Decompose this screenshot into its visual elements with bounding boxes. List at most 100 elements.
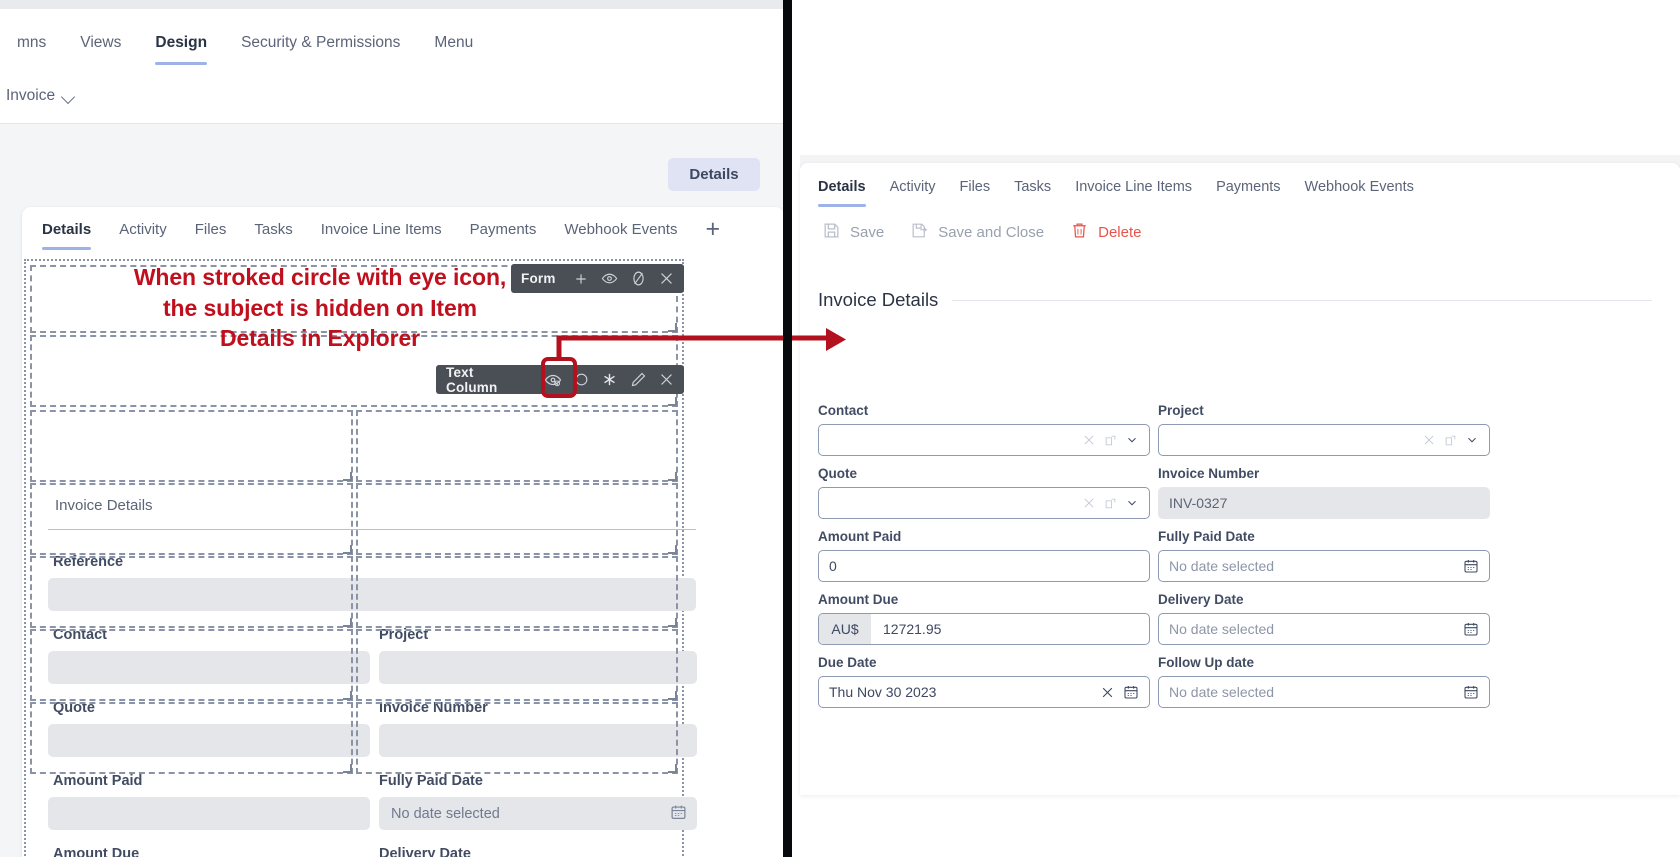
clear-icon[interactable] <box>1082 496 1096 510</box>
designer-field-block-amount-due[interactable] <box>30 629 353 701</box>
field-value-amount-due: 12721.95 <box>883 621 942 637</box>
resize-handle[interactable] <box>343 618 352 627</box>
explorer-field-amount-paid: Amount Paid 0 <box>818 529 1150 582</box>
field-input-amount-paid[interactable]: 0 <box>818 550 1150 582</box>
calendar-icon[interactable] <box>1463 621 1479 637</box>
tab-activity[interactable]: Activity <box>878 163 948 211</box>
form-toolbar-label: Form <box>521 271 556 286</box>
add-tab-icon[interactable]: + <box>691 207 734 252</box>
field-label-invoice-number: Invoice Number <box>1158 466 1260 481</box>
card-tab-invoice-line-items[interactable]: Invoice Line Items <box>307 207 456 252</box>
open-external-icon[interactable] <box>1104 497 1117 510</box>
resize-handle[interactable] <box>668 764 677 773</box>
calendar-icon[interactable] <box>670 803 687 824</box>
tab-payments[interactable]: Payments <box>1204 163 1292 211</box>
form-context-toolbar[interactable]: Form <box>511 264 684 293</box>
designer-field-block-delivery-date[interactable] <box>356 629 678 701</box>
resize-handle[interactable] <box>668 691 677 700</box>
explorer-field-due-date: Due Date Thu Nov 30 2023 <box>818 655 1150 708</box>
circle-slash-icon[interactable] <box>625 265 652 292</box>
field-value-fully-paid-date: No date selected <box>1169 558 1275 574</box>
explorer-field-amount-due: Amount Due AU$ 12721.95 <box>818 592 1150 645</box>
designer-field-block-due-date[interactable] <box>30 702 353 774</box>
designer-field-block-fully-paid-date[interactable] <box>356 556 678 628</box>
resize-handle[interactable] <box>668 545 677 554</box>
resize-handle[interactable] <box>668 618 677 627</box>
designer-field-block-quote[interactable] <box>30 483 353 555</box>
eye-icon[interactable] <box>596 265 623 292</box>
resize-handle[interactable] <box>668 472 677 481</box>
resize-handle[interactable] <box>343 472 352 481</box>
annotation-text: When stroked circle with eye icon, the s… <box>133 264 507 352</box>
nav-tab-security-permissions[interactable]: Security & Permissions <box>224 21 417 65</box>
field-input-invoice-number: INV-0327 <box>1158 487 1490 519</box>
resize-handle[interactable] <box>668 323 677 332</box>
resize-handle[interactable] <box>668 397 677 406</box>
field-label-amount-due: Amount Due <box>818 592 899 607</box>
field-input-due-date[interactable]: Thu Nov 30 2023 <box>818 676 1150 708</box>
save-button[interactable]: Save <box>822 221 884 244</box>
card-tab-tasks[interactable]: Tasks <box>240 207 306 252</box>
entity-selector[interactable]: Invoice <box>6 87 74 105</box>
card-tab-activity[interactable]: Activity <box>105 207 181 252</box>
pencil-icon[interactable] <box>625 366 652 393</box>
nav-tab-menu[interactable]: Menu <box>417 21 490 65</box>
resize-handle[interactable] <box>343 691 352 700</box>
delete-label: Delete <box>1098 224 1142 241</box>
tab-tasks[interactable]: Tasks <box>1002 163 1063 211</box>
entity-selector-label: Invoice <box>6 87 56 104</box>
resize-handle[interactable] <box>343 545 352 554</box>
open-external-icon[interactable] <box>1444 434 1457 447</box>
card-tab-webhook-events[interactable]: Webhook Events <box>550 207 691 252</box>
explorer-top-area <box>792 0 1680 168</box>
close-icon[interactable] <box>654 366 681 393</box>
field-label-project: Project <box>1158 403 1204 418</box>
field-input-fully-paid-date[interactable]: No date selected <box>379 797 697 830</box>
card-tab-files[interactable]: Files <box>181 207 241 252</box>
plus-icon[interactable] <box>568 265 595 292</box>
field-input-amount-paid[interactable] <box>48 797 370 830</box>
field-input-contact[interactable] <box>818 424 1150 456</box>
designer-field-block-follow-up-date[interactable] <box>356 702 678 774</box>
nav-tab-design[interactable]: Design <box>138 21 224 65</box>
field-value-amount-paid: 0 <box>829 558 837 574</box>
field-input-delivery-date[interactable]: No date selected <box>1158 613 1490 645</box>
details-button[interactable]: Details <box>668 158 760 191</box>
designer-field-block-contact[interactable] <box>30 410 353 482</box>
explorer-tabs: Details Activity Files Tasks Invoice Lin… <box>806 163 1426 211</box>
chevron-down-icon[interactable] <box>1125 433 1139 447</box>
open-external-icon[interactable] <box>1104 434 1117 447</box>
clear-icon[interactable] <box>1100 685 1115 700</box>
chevron-down-icon[interactable] <box>1465 433 1479 447</box>
nav-tab-columns[interactable]: mns <box>0 21 63 65</box>
resize-handle[interactable] <box>343 764 352 773</box>
clear-icon[interactable] <box>1082 433 1096 447</box>
nav-tab-views[interactable]: Views <box>63 21 138 65</box>
field-input-project[interactable] <box>1158 424 1490 456</box>
delete-button[interactable]: Delete <box>1070 221 1141 244</box>
tab-webhook-events[interactable]: Webhook Events <box>1293 163 1426 211</box>
explorer-field-quote: Quote <box>818 466 1150 519</box>
calendar-icon[interactable] <box>1123 684 1139 700</box>
chevron-down-icon[interactable] <box>1125 496 1139 510</box>
designer-field-block-invoice-number[interactable] <box>356 483 678 555</box>
designer-field-block-project[interactable] <box>356 410 678 482</box>
asterisk-icon[interactable] <box>596 366 623 393</box>
field-input-follow-up-date[interactable]: No date selected <box>1158 676 1490 708</box>
field-input-fully-paid-date[interactable]: No date selected <box>1158 550 1490 582</box>
designer-field-block-amount-paid[interactable] <box>30 556 353 628</box>
tab-files[interactable]: Files <box>947 163 1002 211</box>
calendar-icon[interactable] <box>1463 684 1479 700</box>
card-tab-payments[interactable]: Payments <box>456 207 551 252</box>
field-input-quote[interactable] <box>818 487 1150 519</box>
tab-details[interactable]: Details <box>806 163 878 211</box>
tab-invoice-line-items[interactable]: Invoice Line Items <box>1063 163 1204 211</box>
field-input-amount-due[interactable]: AU$ 12721.95 <box>818 613 1150 645</box>
card-tab-details[interactable]: Details <box>28 207 105 252</box>
explorer-field-project: Project <box>1158 403 1490 456</box>
field-label-delivery-date: Delivery Date <box>379 846 471 857</box>
calendar-icon[interactable] <box>1463 558 1479 574</box>
save-and-close-button[interactable]: Save and Close <box>910 221 1044 244</box>
clear-icon[interactable] <box>1422 433 1436 447</box>
close-icon[interactable] <box>653 265 680 292</box>
